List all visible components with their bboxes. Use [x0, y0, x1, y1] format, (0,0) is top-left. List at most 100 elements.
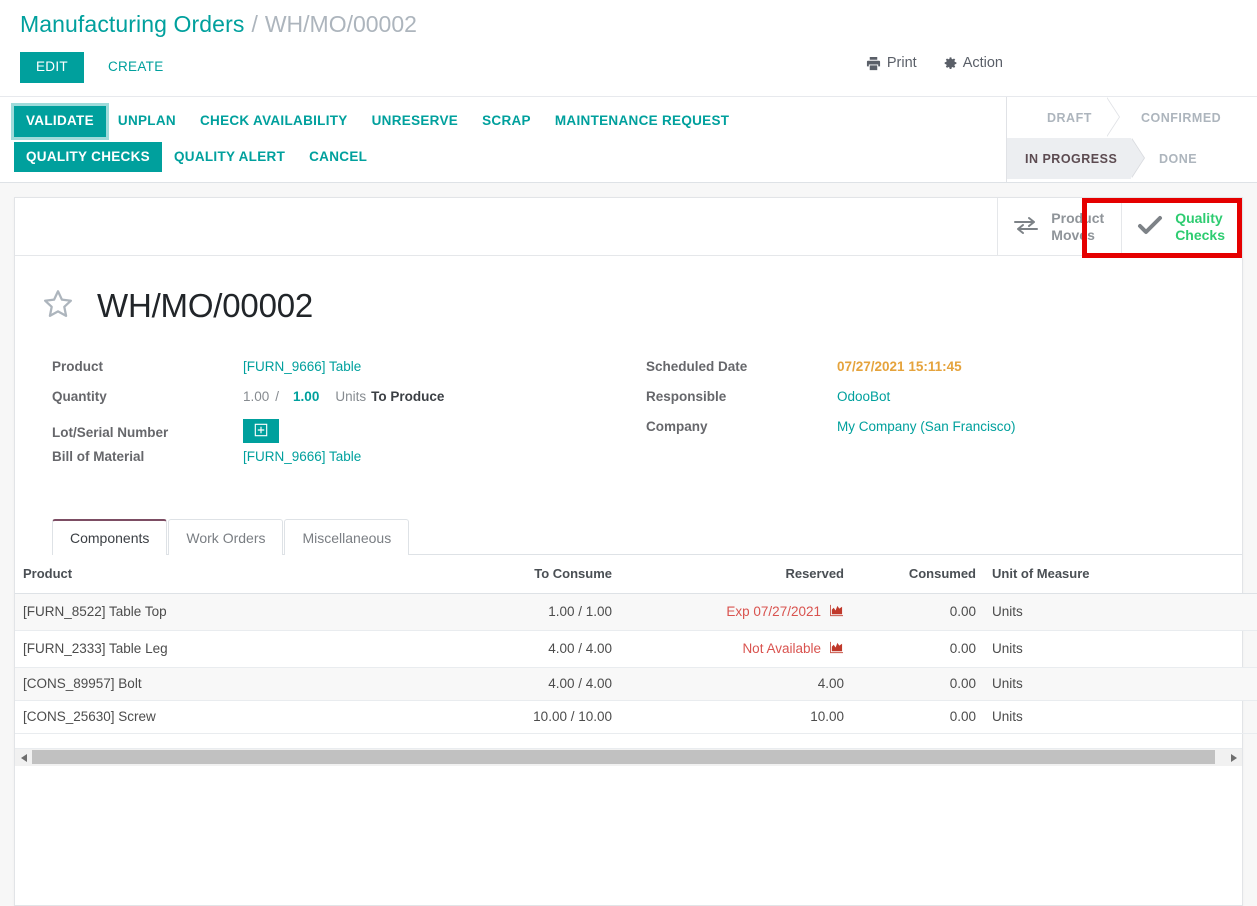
cell-consumed[interactable]: 0.00 — [852, 700, 984, 734]
cell-unit-of-measure[interactable]: Units — [984, 667, 1250, 701]
unplan-button[interactable]: UNPLAN — [106, 106, 188, 137]
cell-product[interactable]: [CONS_89957] Bolt — [15, 667, 414, 701]
breadcrumb-current: WH/MO/00002 — [264, 11, 417, 37]
breadcrumb-root-link[interactable]: Manufacturing Orders — [20, 11, 244, 38]
quantity-slash: / — [275, 389, 280, 404]
cell-product[interactable]: [CONS_25630] Screw — [15, 700, 414, 734]
column-header-product[interactable]: Product — [15, 555, 414, 594]
cell-consumed[interactable]: 0.00 — [852, 630, 984, 668]
cell-consumed[interactable]: 0.00 — [852, 667, 984, 701]
field-label: Product — [52, 359, 104, 374]
optional-columns-toggle[interactable] — [1250, 555, 1257, 594]
cell-detailed-operations[interactable] — [1250, 630, 1257, 668]
check-icon — [1137, 214, 1163, 239]
cell-reserved[interactable]: Not Available — [620, 630, 852, 668]
star-outline-icon[interactable] — [40, 286, 76, 325]
scrollbar-thumb[interactable] — [32, 750, 1216, 764]
field-value-bill-of-material[interactable]: [FURN_9666] Table — [243, 449, 361, 464]
column-header-unit-of-measure[interactable]: Unit of Measure — [984, 555, 1250, 594]
forecast-chart-icon[interactable] — [829, 604, 844, 620]
cell-reserved[interactable]: Exp 07/27/2021 — [620, 593, 852, 631]
tab-work-orders[interactable]: Work Orders — [168, 519, 284, 555]
field-label: Lot/Serial Number — [52, 424, 169, 440]
cell-consumed[interactable]: 0.00 — [852, 593, 984, 631]
stage-confirmed[interactable]: CONFIRMED — [1123, 97, 1235, 138]
field-scheduled-date: Scheduled Date 07/27/2021 15:11:45 — [646, 359, 1240, 389]
notebook: Components Work Orders Miscellaneous — [15, 479, 1242, 555]
stage-pipeline: DRAFT CONFIRMED IN PROGRESS DONE — [1006, 97, 1257, 182]
field-responsible: Responsible OdooBot — [646, 389, 1240, 419]
cell-product[interactable]: [FURN_2333] Table Leg — [15, 630, 414, 668]
field-label: Bill of Material — [52, 449, 145, 464]
form-column-right: Scheduled Date 07/27/2021 15:11:45 Respo… — [646, 359, 1240, 479]
cell-to-consume[interactable]: 4.00 / 4.00 — [414, 667, 620, 701]
printer-icon — [866, 56, 881, 71]
edit-button[interactable]: EDIT — [20, 52, 84, 83]
quantity-to-produce[interactable]: 1.00 — [279, 389, 319, 404]
quantity-done: 1.00 — [243, 389, 270, 404]
plus-square-icon — [254, 423, 268, 440]
cell-reserved[interactable]: 4.00 — [620, 667, 852, 701]
tab-miscellaneous[interactable]: Miscellaneous — [284, 519, 410, 555]
smart-button-product-moves[interactable]: Product Moves — [997, 198, 1121, 255]
smart-button-quality-checks[interactable]: Quality Checks — [1121, 198, 1242, 255]
unreserve-button[interactable]: UNRESERVE — [360, 106, 470, 137]
table-row[interactable]: [FURN_2333] Table Leg 4.00 / 4.00 Not Av… — [15, 630, 1257, 668]
cell-detailed-operations — [1250, 700, 1257, 734]
cell-unit-of-measure[interactable]: Units — [984, 700, 1250, 734]
print-menu[interactable]: Print — [866, 55, 917, 71]
breadcrumb-separator: / — [251, 11, 258, 37]
cell-product[interactable]: [FURN_8522] Table Top — [15, 593, 414, 631]
quality-checks-button[interactable]: QUALITY CHECKS — [14, 141, 162, 173]
tab-components[interactable]: Components — [52, 519, 168, 555]
scrap-button[interactable]: SCRAP — [470, 106, 543, 137]
stage-in-progress[interactable]: IN PROGRESS — [1007, 138, 1146, 179]
cell-detailed-operations — [1250, 667, 1257, 701]
cell-reserved[interactable]: 10.00 — [620, 700, 852, 734]
check-availability-button[interactable]: CHECK AVAILABILITY — [188, 106, 360, 137]
field-label: Quantity — [52, 389, 107, 404]
components-table: Product To Consume Reserved Consumed Uni… — [15, 555, 1257, 734]
action-menu[interactable]: Action — [942, 55, 1003, 71]
create-lot-button[interactable] — [243, 419, 279, 443]
quality-alert-button[interactable]: QUALITY ALERT — [162, 142, 297, 173]
forecast-chart-icon[interactable] — [829, 641, 844, 657]
cancel-button[interactable]: CANCEL — [297, 142, 379, 173]
column-header-consumed[interactable]: Consumed — [852, 555, 984, 594]
stage-draft[interactable]: DRAFT — [1029, 97, 1120, 138]
field-label: Responsible — [646, 389, 727, 404]
table-row[interactable]: [CONS_89957] Bolt 4.00 / 4.00 4.00 0.00 … — [15, 667, 1257, 701]
cell-detailed-operations[interactable] — [1250, 593, 1257, 631]
field-quantity: Quantity 1.00/1.00 Units To Produce — [52, 389, 646, 419]
cell-unit-of-measure[interactable]: Units — [984, 593, 1250, 631]
maintenance-request-button[interactable]: MAINTENANCE REQUEST — [543, 106, 741, 137]
scrollbar-track[interactable] — [32, 749, 1225, 766]
create-button[interactable]: CREATE — [94, 52, 178, 83]
field-value-responsible[interactable]: OdooBot — [837, 389, 890, 404]
smart-button-label: Product Moves — [1051, 209, 1105, 243]
table-row[interactable]: [FURN_8522] Table Top 1.00 / 1.00 Exp 07… — [15, 593, 1257, 631]
field-bill-of-material: Bill of Material [FURN_9666] Table — [52, 449, 646, 479]
cell-to-consume[interactable]: 4.00 / 4.00 — [414, 630, 620, 668]
record-actions: EDIT CREATE — [0, 38, 1257, 83]
print-label: Print — [886, 55, 917, 71]
column-header-to-consume[interactable]: To Consume — [414, 555, 620, 594]
table-row[interactable]: [CONS_25630] Screw 10.00 / 10.00 10.00 0… — [15, 700, 1257, 734]
triangle-left-icon[interactable] — [15, 749, 32, 766]
smart-button-label: Quality Checks — [1175, 209, 1225, 243]
stage-done[interactable]: DONE — [1141, 138, 1211, 179]
field-value-product[interactable]: [FURN_9666] Table — [243, 359, 361, 374]
horizontal-scrollbar[interactable] — [15, 748, 1242, 766]
field-value-scheduled-date[interactable]: 07/27/2021 15:11:45 — [837, 359, 962, 374]
cell-to-consume[interactable]: 1.00 / 1.00 — [414, 593, 620, 631]
quantity-state: To Produce — [371, 389, 445, 404]
field-value-company[interactable]: My Company (San Francisco) — [837, 419, 1016, 434]
validate-button[interactable]: VALIDATE — [14, 106, 106, 137]
table-header: Product To Consume Reserved Consumed Uni… — [15, 555, 1257, 594]
column-header-reserved[interactable]: Reserved — [620, 555, 852, 594]
cell-unit-of-measure[interactable]: Units — [984, 630, 1250, 668]
triangle-right-icon[interactable] — [1225, 749, 1242, 766]
quantity-uom: Units — [335, 389, 367, 404]
cell-to-consume[interactable]: 10.00 / 10.00 — [414, 700, 620, 734]
field-value-quantity: 1.00/1.00 Units To Produce — [243, 389, 444, 404]
